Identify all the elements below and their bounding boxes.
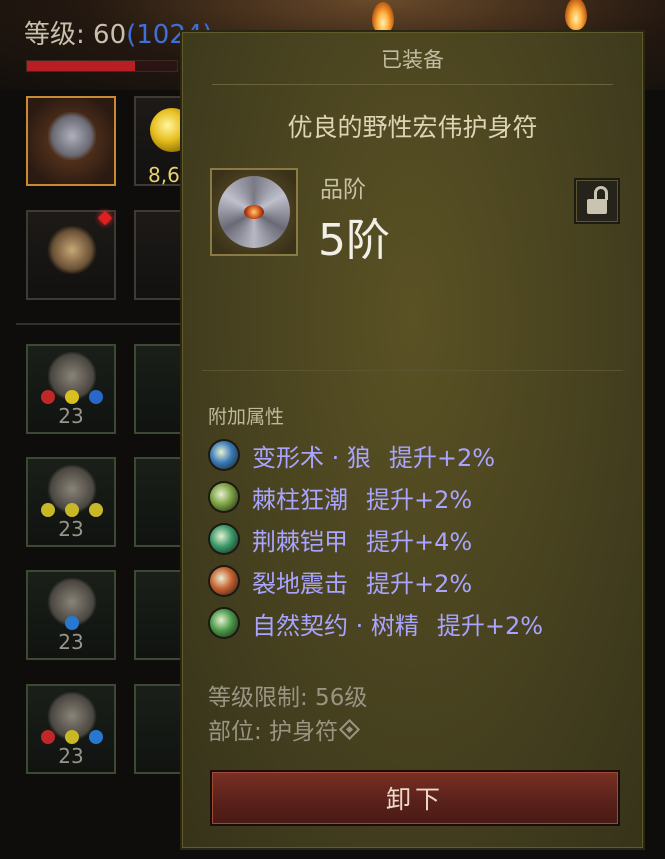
socket-gem-icon — [65, 503, 79, 517]
skill-bonus: 提升+2% — [436, 611, 544, 640]
gear-slot[interactable]: 23 — [26, 457, 116, 547]
attribute-row: 裂地震击 提升+2% — [210, 560, 543, 602]
gear-slot[interactable]: 23 — [26, 684, 116, 774]
attributes-list: 变形术 · 狼提升+2% 棘柱狂潮 提升+2% 荆棘铠甲 提升+4% 裂地震击 提升+2% 自… — [210, 434, 543, 644]
item-power-value: 23 — [58, 744, 84, 768]
lock-toggle-button[interactable] — [574, 178, 620, 224]
attributes-title: 附加属性 — [208, 406, 285, 428]
unlock-icon — [587, 185, 608, 214]
level-label: 等级: — [24, 20, 94, 50]
item-icon-frame — [210, 168, 298, 256]
item-power-value: 23 — [58, 517, 84, 541]
attribute-row: 棘柱狂潮 提升+2% — [210, 476, 543, 518]
item-power-value: 23 — [58, 404, 84, 428]
skill-bonus: 提升+2% — [366, 485, 473, 514]
health-bar-fill — [27, 61, 135, 71]
item-tooltip: 已装备 优良的野性宏伟护身符 品阶 5阶 附加属性 变形术 · 狼提升+2% 棘柱… — [180, 30, 645, 850]
attribute-row: 荆棘铠甲 提升+4% — [210, 518, 543, 560]
gear-slot[interactable]: 23 — [26, 570, 116, 660]
socket-gem-icon — [41, 730, 55, 744]
item-name: 优良的野性宏伟护身符 — [287, 113, 538, 142]
torch-flame — [565, 0, 587, 30]
skill-bonus: 提升+4% — [366, 527, 473, 556]
attribute-row: 自然契约 · 树精 提升+2% — [210, 602, 543, 644]
emblem-icon — [46, 226, 98, 274]
socket-gem-icon — [65, 730, 79, 744]
gear-slot[interactable]: 23 — [26, 344, 116, 434]
socket-gem-icon — [89, 503, 103, 517]
amulet-slot[interactable] — [26, 96, 116, 186]
health-bar — [26, 60, 178, 72]
socket-gem-icon — [89, 390, 103, 404]
skill-name: 荆棘铠甲 — [252, 527, 348, 556]
socket-gem-icon — [65, 616, 79, 630]
divider — [16, 323, 186, 325]
skill-icon — [210, 525, 238, 553]
section-divider — [202, 370, 623, 371]
grade-label: 品阶 — [320, 177, 366, 203]
amulet-thumbnail-icon — [46, 112, 98, 160]
skill-name: 变形术 · 狼 — [252, 443, 371, 472]
amulet-slot-icon — [338, 718, 361, 740]
skill-name: 自然契约 · 树精 — [252, 611, 419, 640]
item-power-value: 23 — [58, 630, 84, 654]
socket-gem-icon — [89, 730, 103, 744]
header-divider — [212, 84, 613, 85]
amulet-icon — [218, 176, 290, 248]
level-requirement: 等级限制: 56级 — [208, 685, 368, 711]
item-slot-type: 部位: 护身符 — [208, 712, 361, 746]
skill-name: 棘柱狂潮 — [252, 485, 348, 514]
skill-bonus: 提升+2% — [388, 443, 496, 472]
skill-name: 裂地震击 — [252, 569, 348, 598]
skill-icon — [210, 483, 238, 511]
equipped-status: 已装备 — [381, 48, 444, 72]
amulet-eye-gem — [244, 205, 264, 219]
attribute-row: 变形术 · 狼提升+2% — [210, 434, 543, 476]
socket-gem-icon — [65, 390, 79, 404]
skill-icon — [210, 567, 238, 595]
skill-icon — [210, 441, 238, 469]
skill-icon — [210, 609, 238, 637]
socket-gem-icon — [41, 503, 55, 517]
skill-bonus: 提升+2% — [366, 569, 473, 598]
grade-value: 5阶 — [318, 215, 390, 266]
level-value: 60 — [93, 20, 127, 50]
gold-amount: 8,6 — [148, 163, 180, 187]
unequip-button[interactable]: 卸下 — [210, 770, 620, 826]
slot-text: 部位: 护身符 — [208, 719, 339, 745]
socket-gem-icon — [41, 390, 55, 404]
